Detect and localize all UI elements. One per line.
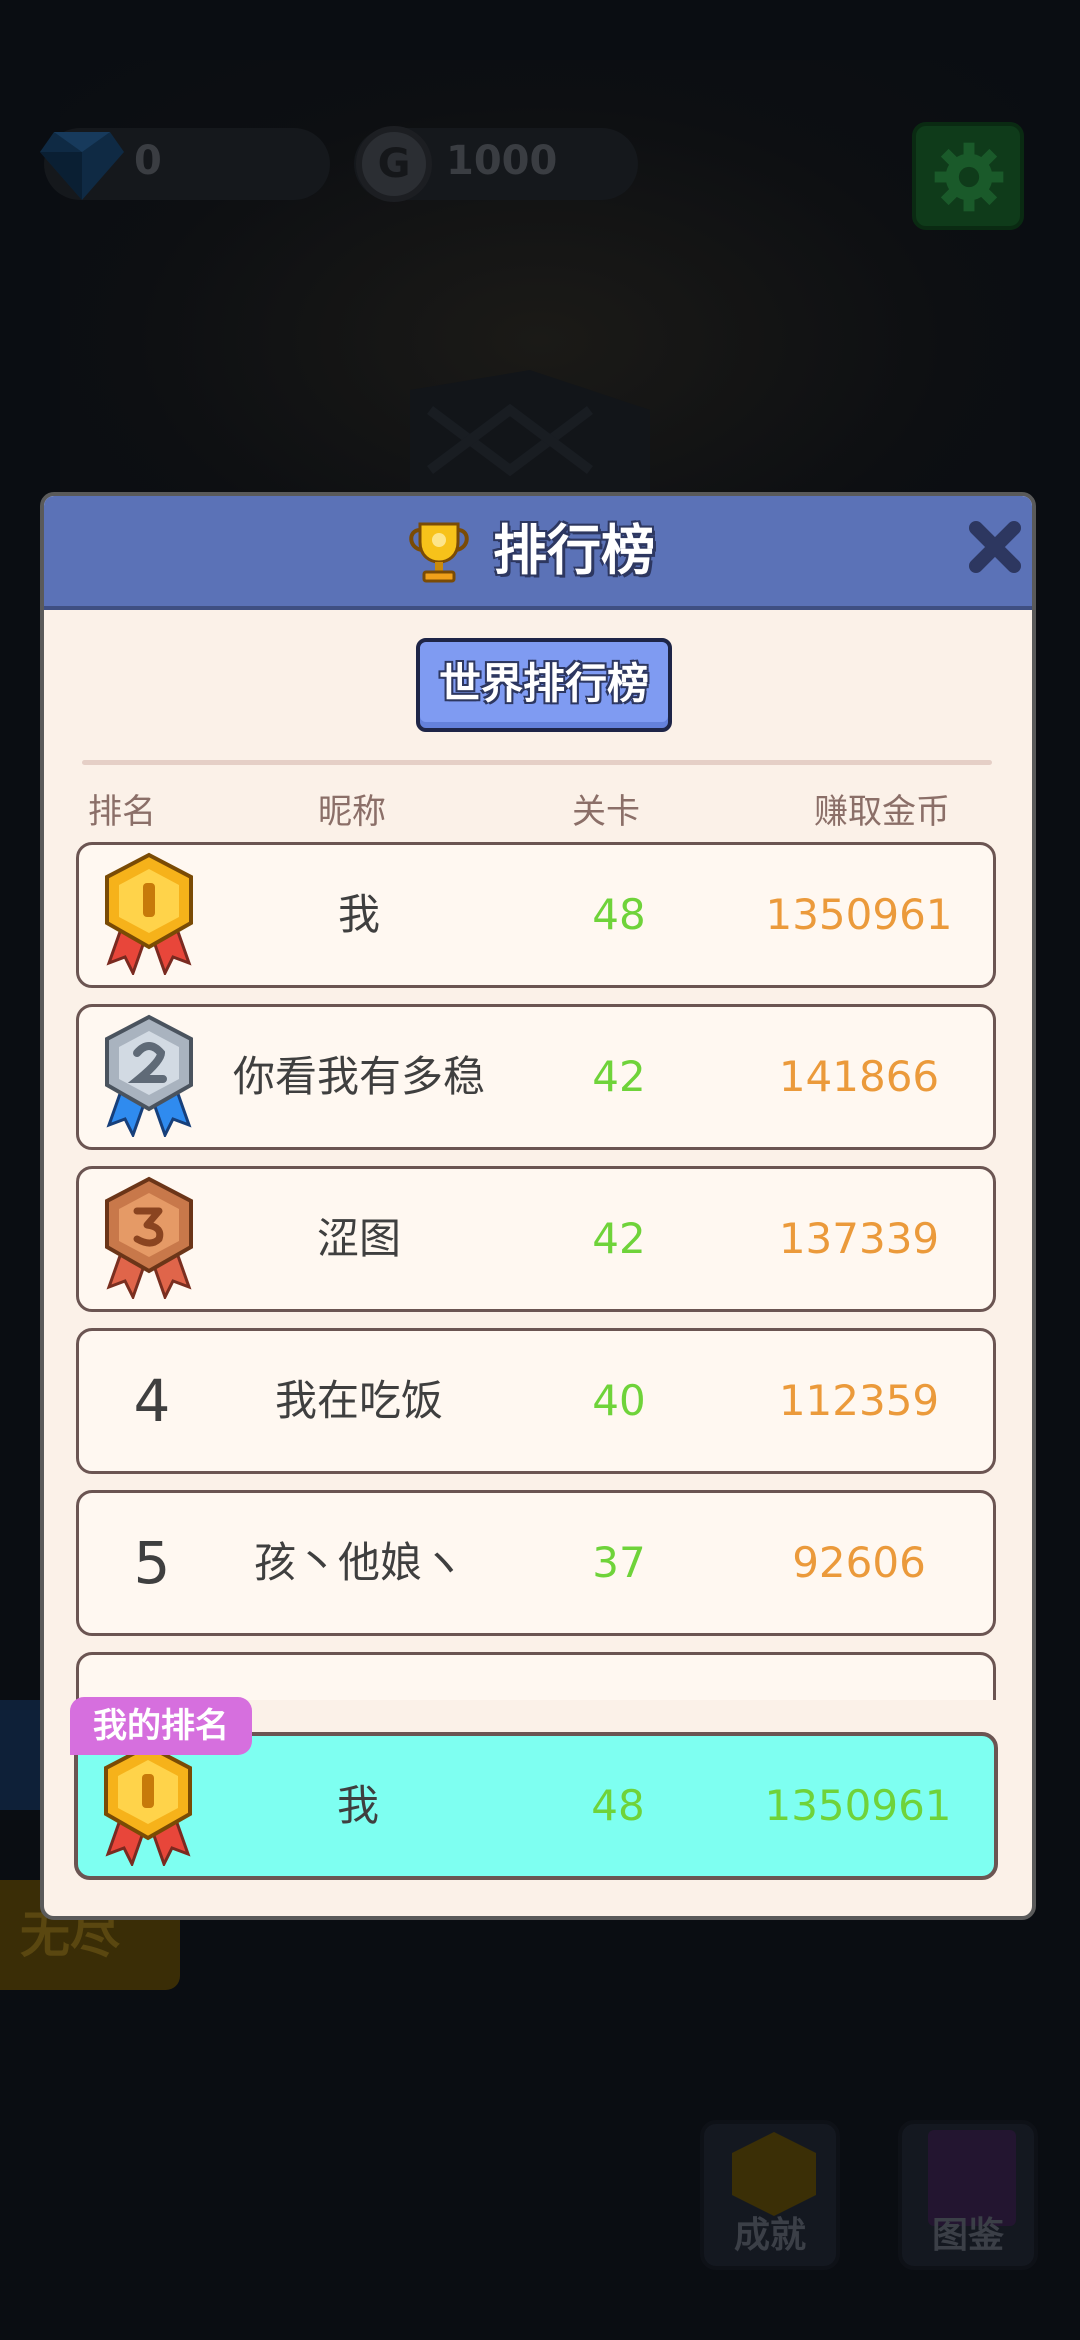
player-level: 48 xyxy=(592,890,646,939)
player-level: 40 xyxy=(592,1376,646,1425)
player-level: 37 xyxy=(592,1538,646,1587)
gem-count: 0 xyxy=(134,138,162,184)
leaderboard-row[interactable]: 5 孩丶他娘ヽ 37 92606 xyxy=(76,1490,996,1636)
player-level: 42 xyxy=(592,1214,646,1263)
coin-icon: G xyxy=(356,126,432,202)
player-coins: 112359 xyxy=(778,1376,940,1425)
player-coins: 92606 xyxy=(792,1538,926,1587)
my-coins: 1350961 xyxy=(764,1781,952,1830)
collection-button[interactable]: 图鉴 xyxy=(898,2120,1038,2270)
silver-medal-icon xyxy=(105,1014,193,1137)
leaderboard-row[interactable]: 我 48 1350961 xyxy=(76,842,996,988)
leaderboard-row[interactable]: 你看我有多稳 42 141866 xyxy=(76,1004,996,1150)
player-name: 孩丶他娘ヽ xyxy=(253,1538,464,1587)
settings-button[interactable] xyxy=(912,122,1024,230)
leaderboard-row[interactable] xyxy=(76,1652,996,1700)
world-leaderboard-tab[interactable]: 世界排行榜 xyxy=(416,638,672,732)
player-name: 我 xyxy=(337,890,380,939)
my-level: 48 xyxy=(591,1781,645,1830)
dialog-title: 排行榜 xyxy=(493,519,655,582)
background-board xyxy=(410,370,650,510)
player-coins: 137339 xyxy=(778,1214,940,1263)
achievements-button[interactable]: 成就 xyxy=(700,2120,840,2270)
gem-icon xyxy=(40,132,124,200)
gold-medal-icon xyxy=(104,1743,192,1866)
side-button[interactable] xyxy=(0,1700,40,1810)
leaderboard-row[interactable]: 4 我在吃饭 40 112359 xyxy=(76,1328,996,1474)
collection-label: 图鉴 xyxy=(931,2215,1004,2256)
dialog-header: 排行榜 xyxy=(44,496,1032,610)
leaderboard-list[interactable]: 我 48 1350961 你看我有多稳 42 141866 涩图 42 1373… xyxy=(44,842,1032,1700)
player-coins: 1350961 xyxy=(765,890,953,939)
gold-medal-icon xyxy=(105,852,193,975)
close-icon[interactable] xyxy=(966,518,1024,576)
player-coins: 141866 xyxy=(778,1052,940,1101)
achievements-label: 成就 xyxy=(733,2215,806,2256)
player-name: 我在吃饭 xyxy=(274,1376,443,1425)
player-rank: 5 xyxy=(133,1529,171,1597)
coin-count: 1000 xyxy=(446,138,558,184)
my-rank-tag: 我的排名 xyxy=(70,1697,252,1755)
gear-icon xyxy=(934,142,1004,212)
player-name: 你看我有多稳 xyxy=(232,1052,485,1101)
player-level: 42 xyxy=(592,1052,646,1101)
leaderboard-row[interactable]: 涩图 42 137339 xyxy=(76,1166,996,1312)
bronze-medal-icon xyxy=(105,1176,193,1299)
player-rank: 4 xyxy=(133,1367,171,1435)
divider xyxy=(82,760,992,765)
my-name: 我 xyxy=(336,1781,379,1830)
achievement-shield-icon xyxy=(732,2132,816,2216)
column-coins: 赚取金币 xyxy=(814,792,950,832)
column-rank: 排名 xyxy=(88,792,156,832)
player-name: 涩图 xyxy=(316,1214,401,1263)
column-nickname: 昵称 xyxy=(318,792,386,832)
column-level: 关卡 xyxy=(572,792,640,832)
